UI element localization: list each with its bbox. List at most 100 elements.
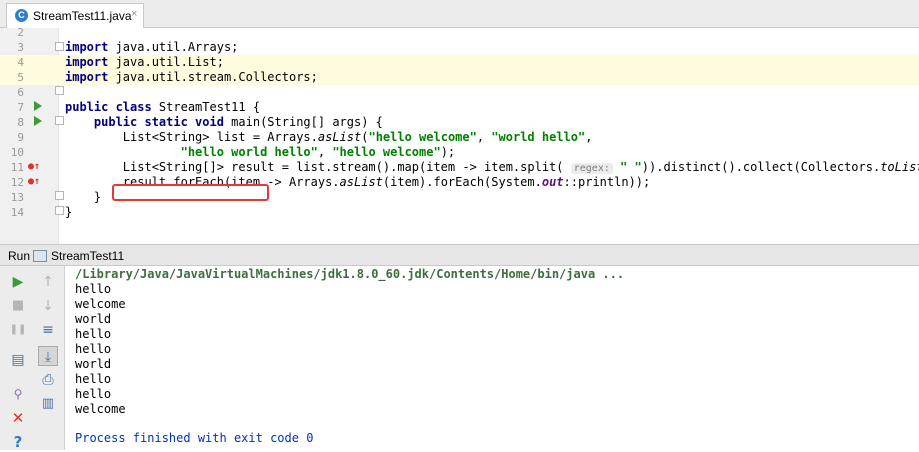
code-line[interactable]: 8 public static void main(String[] args)… xyxy=(0,115,919,130)
run-config-name[interactable]: StreamTest11 xyxy=(51,249,124,263)
code-line[interactable]: 4 import java.util.List; xyxy=(0,55,919,70)
code-text: import java.util.List; xyxy=(65,55,224,70)
console-output[interactable]: /Library/Java/JavaVirtualMachines/jdk1.8… xyxy=(65,266,919,450)
code-line[interactable]: 11 List<String[]> result = list.stream()… xyxy=(0,160,919,175)
code-token: import xyxy=(65,40,109,54)
code-token: } xyxy=(65,205,73,219)
code-line[interactable]: 5 import java.util.stream.Collectors; xyxy=(0,70,919,85)
line-number: 7 xyxy=(17,101,24,114)
console-exit-message: Process finished with exit code 0 xyxy=(75,431,314,445)
up-arrow-icon[interactable]: ↑ xyxy=(38,272,58,292)
line-number: 5 xyxy=(17,71,24,84)
close-icon[interactable]: ✕ xyxy=(8,408,28,428)
code-token: , xyxy=(317,145,333,159)
trash-icon[interactable]: ▥ xyxy=(38,394,58,414)
fold-marker-icon[interactable] xyxy=(55,42,64,51)
soft-wrap-icon[interactable]: ≡ xyxy=(38,320,58,340)
print-icon[interactable]: ⎙ xyxy=(38,370,58,390)
code-editor[interactable]: 2 3 import java.util.Arrays; 4 import java.u… xyxy=(0,28,919,244)
annotation-highlight-box xyxy=(112,184,269,201)
code-token: java.util.stream.Collectors; xyxy=(108,70,318,84)
code-token: , xyxy=(585,130,593,144)
breakpoint-icon[interactable]: ●↑ xyxy=(28,176,40,187)
line-number: 11 xyxy=(10,161,24,174)
code-token: (item).forEach(System. xyxy=(382,175,542,189)
line-number: 8 xyxy=(17,116,24,129)
editor-tab-bar: C StreamTest11.java × xyxy=(0,0,919,28)
code-text: "hello world hello", "hello welcome"); xyxy=(65,145,456,160)
down-arrow-icon[interactable]: ↓ xyxy=(38,296,58,316)
fold-marker-icon[interactable] xyxy=(55,191,64,200)
code-line[interactable]: 7 public class StreamTest11 { xyxy=(0,100,919,115)
code-token: "hello world hello" xyxy=(180,145,318,159)
code-text: } xyxy=(65,190,101,205)
fold-marker-icon[interactable] xyxy=(55,116,64,125)
code-text: List<String> list = Arrays.asList("hello… xyxy=(65,130,593,145)
parameter-hint: regex: xyxy=(570,163,613,174)
code-line[interactable]: 6 xyxy=(0,85,919,100)
tab-streamtest11[interactable]: C StreamTest11.java × xyxy=(6,3,144,28)
fold-marker-icon[interactable] xyxy=(55,86,64,95)
console-output-line: hello xyxy=(75,372,112,386)
code-token: java.util.List; xyxy=(108,55,224,69)
pin-icon[interactable]: ⚲ xyxy=(8,384,28,404)
code-token: import xyxy=(65,55,109,69)
run-class-icon[interactable] xyxy=(34,101,42,111)
fold-marker-icon[interactable] xyxy=(55,206,64,215)
console-output-line: hello xyxy=(75,282,112,296)
console-output-line: world xyxy=(75,357,112,371)
code-token: StreamTest11 { xyxy=(151,100,261,114)
breakpoint-icon[interactable]: ●↑ xyxy=(28,161,40,172)
code-text: import java.util.stream.Collectors; xyxy=(65,70,318,85)
code-text: public class StreamTest11 { xyxy=(65,100,260,115)
code-token: } xyxy=(65,190,102,204)
console-output-line: hello xyxy=(75,327,112,341)
stop-icon[interactable]: ■ xyxy=(8,296,28,316)
console-output-line: hello xyxy=(75,342,112,356)
code-token: main(String[] args) { xyxy=(223,115,383,129)
console-output-line: hello xyxy=(75,387,112,401)
code-line[interactable]: 10 "hello world hello", "hello welcome")… xyxy=(0,145,919,160)
scroll-to-end-icon[interactable]: ⤓ xyxy=(38,346,58,366)
code-line[interactable]: 3 import java.util.Arrays; xyxy=(0,40,919,55)
code-line[interactable]: 9 List<String> list = Arrays.asList("hel… xyxy=(0,130,919,145)
code-token: asList xyxy=(339,175,383,189)
console-output-line: welcome xyxy=(75,402,126,416)
code-line[interactable]: 2 xyxy=(0,28,919,40)
code-token: toList xyxy=(880,160,919,174)
close-tab-icon[interactable]: × xyxy=(131,8,137,20)
code-token: ); xyxy=(440,145,456,159)
line-number: 10 xyxy=(10,146,24,159)
line-number: 14 xyxy=(10,206,24,219)
layout-icon[interactable]: ▤ xyxy=(8,350,28,370)
run-toolbar: ▶ ↑ ■ ↓ ❚❚ ≡ ▤ ⤓ ⎙ ⚲ ▥ ✕ ? xyxy=(0,266,65,452)
code-token: java.util.Arrays; xyxy=(108,40,239,54)
code-token: public static void xyxy=(93,115,224,129)
console-output-line: welcome xyxy=(75,297,126,311)
help-icon[interactable]: ? xyxy=(8,432,28,452)
code-token: public class xyxy=(65,100,152,114)
code-token: )).distinct().collect(Collectors. xyxy=(641,160,881,174)
code-text: import java.util.Arrays; xyxy=(65,40,238,55)
code-line[interactable]: 14} xyxy=(0,205,919,220)
line-number: 12 xyxy=(10,176,24,189)
run-main-icon[interactable] xyxy=(34,116,42,126)
line-number: 6 xyxy=(17,86,24,99)
run-label: Run xyxy=(8,249,31,263)
console-command: /Library/Java/JavaVirtualMachines/jdk1.8… xyxy=(75,267,625,281)
line-number: 4 xyxy=(17,56,24,69)
run-tool-window-header: Run StreamTest11 xyxy=(0,244,919,266)
code-text: public static void main(String[] args) { xyxy=(65,115,383,130)
line-number: 13 xyxy=(10,191,24,204)
pause-icon[interactable]: ❚❚ xyxy=(8,320,28,340)
line-number: 9 xyxy=(17,131,24,144)
code-text: } xyxy=(65,205,72,220)
code-token: asList xyxy=(317,130,362,144)
code-token: ::println)); xyxy=(563,175,651,189)
code-token: import xyxy=(65,70,109,84)
code-token: "hello welcome" xyxy=(368,130,477,144)
rerun-icon[interactable]: ▶ xyxy=(8,272,28,292)
run-config-icon xyxy=(33,250,47,262)
